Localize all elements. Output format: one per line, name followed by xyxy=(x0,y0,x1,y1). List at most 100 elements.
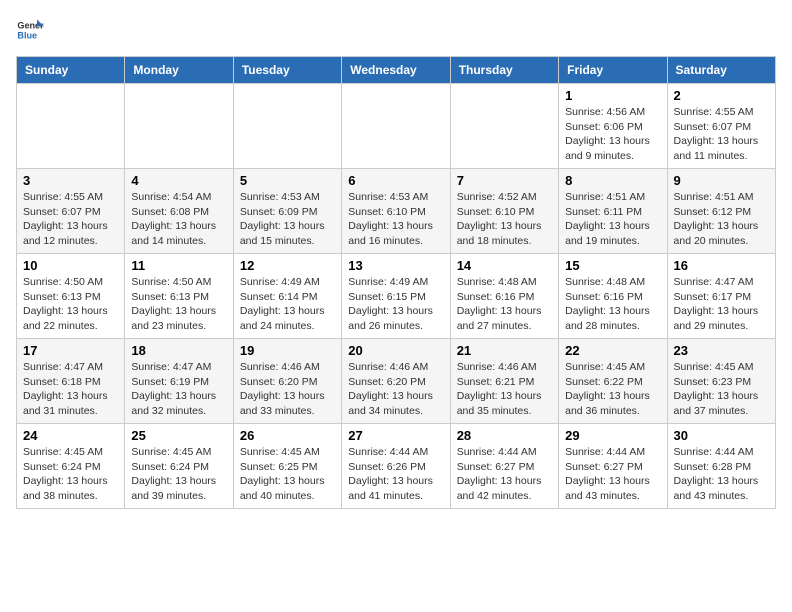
day-info: Sunrise: 4:47 AMSunset: 6:18 PMDaylight:… xyxy=(23,360,118,419)
calendar-cell: 4 Sunrise: 4:54 AMSunset: 6:08 PMDaylight… xyxy=(125,169,233,254)
calendar-cell: 18 Sunrise: 4:47 AMSunset: 6:19 PMDayligh… xyxy=(125,339,233,424)
day-info: Sunrise: 4:56 AMSunset: 6:06 PMDaylight:… xyxy=(565,105,660,164)
calendar-cell: 29Sunrise: 4:44 AMSunset: 6:27 PMDayligh… xyxy=(559,424,667,509)
calendar-cell: 11 Sunrise: 4:50 AMSunset: 6:13 PMDayligh… xyxy=(125,254,233,339)
day-info: Sunrise: 4:44 AMSunset: 6:27 PMDaylight:… xyxy=(457,445,552,504)
calendar-week-row: 10 Sunrise: 4:50 AMSunset: 6:13 PMDayligh… xyxy=(17,254,776,339)
calendar-cell xyxy=(450,84,558,169)
day-info: Sunrise: 4:53 AMSunset: 6:09 PMDaylight:… xyxy=(240,190,335,249)
header: General Blue xyxy=(16,16,776,44)
day-info: Sunrise: 4:47 AMSunset: 6:17 PMDaylight:… xyxy=(674,275,769,334)
calendar-cell: 30 Sunrise: 4:44 AMSunset: 6:28 PMDayligh… xyxy=(667,424,775,509)
calendar-cell: 2Sunrise: 4:55 AMSunset: 6:07 PMDaylight… xyxy=(667,84,775,169)
day-number: 20 xyxy=(348,343,443,358)
day-number: 25 xyxy=(131,428,226,443)
day-number: 7 xyxy=(457,173,552,188)
day-info: Sunrise: 4:46 AMSunset: 6:20 PMDaylight:… xyxy=(348,360,443,419)
day-number: 15 xyxy=(565,258,660,273)
calendar-cell: 17 Sunrise: 4:47 AMSunset: 6:18 PMDayligh… xyxy=(17,339,125,424)
day-info: Sunrise: 4:49 AMSunset: 6:15 PMDaylight:… xyxy=(348,275,443,334)
calendar-cell: 8 Sunrise: 4:51 AMSunset: 6:11 PMDaylight… xyxy=(559,169,667,254)
day-info: Sunrise: 4:44 AMSunset: 6:28 PMDaylight:… xyxy=(674,445,769,504)
day-number: 5 xyxy=(240,173,335,188)
day-number: 9 xyxy=(674,173,769,188)
calendar-cell xyxy=(233,84,341,169)
weekday-header-cell: Thursday xyxy=(450,57,558,84)
day-info: Sunrise: 4:44 AMSunset: 6:26 PMDaylight:… xyxy=(348,445,443,504)
day-number: 17 xyxy=(23,343,118,358)
calendar-cell: 22 Sunrise: 4:45 AMSunset: 6:22 PMDayligh… xyxy=(559,339,667,424)
calendar-cell: 27Sunrise: 4:44 AMSunset: 6:26 PMDayligh… xyxy=(342,424,450,509)
day-info: Sunrise: 4:46 AMSunset: 6:21 PMDaylight:… xyxy=(457,360,552,419)
calendar-cell: 3 Sunrise: 4:55 AMSunset: 6:07 PMDaylight… xyxy=(17,169,125,254)
svg-text:Blue: Blue xyxy=(17,30,37,40)
calendar-week-row: 1 Sunrise: 4:56 AMSunset: 6:06 PMDaylight… xyxy=(17,84,776,169)
calendar-cell: 15 Sunrise: 4:48 AMSunset: 6:16 PMDayligh… xyxy=(559,254,667,339)
calendar-cell: 16 Sunrise: 4:47 AMSunset: 6:17 PMDayligh… xyxy=(667,254,775,339)
weekday-header-cell: Wednesday xyxy=(342,57,450,84)
calendar-cell: 19 Sunrise: 4:46 AMSunset: 6:20 PMDayligh… xyxy=(233,339,341,424)
calendar-cell: 28 Sunrise: 4:44 AMSunset: 6:27 PMDayligh… xyxy=(450,424,558,509)
weekday-header-cell: Tuesday xyxy=(233,57,341,84)
day-number: 13 xyxy=(348,258,443,273)
day-number: 19 xyxy=(240,343,335,358)
day-info: Sunrise: 4:48 AMSunset: 6:16 PMDaylight:… xyxy=(457,275,552,334)
day-info: Sunrise: 4:49 AMSunset: 6:14 PMDaylight:… xyxy=(240,275,335,334)
day-info: Sunrise: 4:53 AMSunset: 6:10 PMDaylight:… xyxy=(348,190,443,249)
day-number: 22 xyxy=(565,343,660,358)
day-info: Sunrise: 4:50 AMSunset: 6:13 PMDaylight:… xyxy=(23,275,118,334)
day-number: 4 xyxy=(131,173,226,188)
calendar-cell: 20 Sunrise: 4:46 AMSunset: 6:20 PMDayligh… xyxy=(342,339,450,424)
calendar-week-row: 24 Sunrise: 4:45 AMSunset: 6:24 PMDayligh… xyxy=(17,424,776,509)
day-number: 16 xyxy=(674,258,769,273)
calendar-cell: 6Sunrise: 4:53 AMSunset: 6:10 PMDaylight… xyxy=(342,169,450,254)
day-number: 30 xyxy=(674,428,769,443)
day-info: Sunrise: 4:45 AMSunset: 6:24 PMDaylight:… xyxy=(23,445,118,504)
day-number: 23 xyxy=(674,343,769,358)
weekday-header-cell: Friday xyxy=(559,57,667,84)
day-info: Sunrise: 4:45 AMSunset: 6:22 PMDaylight:… xyxy=(565,360,660,419)
calendar-body: 1 Sunrise: 4:56 AMSunset: 6:06 PMDaylight… xyxy=(17,84,776,509)
day-number: 10 xyxy=(23,258,118,273)
calendar-cell xyxy=(342,84,450,169)
day-number: 14 xyxy=(457,258,552,273)
day-number: 12 xyxy=(240,258,335,273)
day-info: Sunrise: 4:45 AMSunset: 6:23 PMDaylight:… xyxy=(674,360,769,419)
calendar-cell: 23 Sunrise: 4:45 AMSunset: 6:23 PMDayligh… xyxy=(667,339,775,424)
day-number: 21 xyxy=(457,343,552,358)
calendar-week-row: 3 Sunrise: 4:55 AMSunset: 6:07 PMDaylight… xyxy=(17,169,776,254)
logo: General Blue xyxy=(16,16,48,44)
day-number: 24 xyxy=(23,428,118,443)
day-info: Sunrise: 4:45 AMSunset: 6:24 PMDaylight:… xyxy=(131,445,226,504)
day-number: 1 xyxy=(565,88,660,103)
day-info: Sunrise: 4:45 AMSunset: 6:25 PMDaylight:… xyxy=(240,445,335,504)
day-number: 28 xyxy=(457,428,552,443)
day-info: Sunrise: 4:47 AMSunset: 6:19 PMDaylight:… xyxy=(131,360,226,419)
weekday-header-cell: Sunday xyxy=(17,57,125,84)
day-info: Sunrise: 4:52 AMSunset: 6:10 PMDaylight:… xyxy=(457,190,552,249)
day-info: Sunrise: 4:44 AMSunset: 6:27 PMDaylight:… xyxy=(565,445,660,504)
calendar-cell: 1 Sunrise: 4:56 AMSunset: 6:06 PMDaylight… xyxy=(559,84,667,169)
day-number: 11 xyxy=(131,258,226,273)
day-info: Sunrise: 4:51 AMSunset: 6:11 PMDaylight:… xyxy=(565,190,660,249)
day-info: Sunrise: 4:55 AMSunset: 6:07 PMDaylight:… xyxy=(23,190,118,249)
day-number: 18 xyxy=(131,343,226,358)
day-number: 3 xyxy=(23,173,118,188)
day-info: Sunrise: 4:54 AMSunset: 6:08 PMDaylight:… xyxy=(131,190,226,249)
calendar-cell: 7 Sunrise: 4:52 AMSunset: 6:10 PMDaylight… xyxy=(450,169,558,254)
day-info: Sunrise: 4:55 AMSunset: 6:07 PMDaylight:… xyxy=(674,105,769,164)
calendar-cell: 21 Sunrise: 4:46 AMSunset: 6:21 PMDayligh… xyxy=(450,339,558,424)
day-info: Sunrise: 4:46 AMSunset: 6:20 PMDaylight:… xyxy=(240,360,335,419)
day-info: Sunrise: 4:50 AMSunset: 6:13 PMDaylight:… xyxy=(131,275,226,334)
calendar-cell xyxy=(17,84,125,169)
weekday-header-cell: Saturday xyxy=(667,57,775,84)
weekday-header-row: SundayMondayTuesdayWednesdayThursdayFrid… xyxy=(17,57,776,84)
day-number: 8 xyxy=(565,173,660,188)
day-info: Sunrise: 4:48 AMSunset: 6:16 PMDaylight:… xyxy=(565,275,660,334)
calendar-cell: 12 Sunrise: 4:49 AMSunset: 6:14 PMDayligh… xyxy=(233,254,341,339)
weekday-header-cell: Monday xyxy=(125,57,233,84)
calendar-cell: 13 Sunrise: 4:49 AMSunset: 6:15 PMDayligh… xyxy=(342,254,450,339)
calendar-cell: 9Sunrise: 4:51 AMSunset: 6:12 PMDaylight… xyxy=(667,169,775,254)
calendar-cell: 25 Sunrise: 4:45 AMSunset: 6:24 PMDayligh… xyxy=(125,424,233,509)
calendar-cell: 26Sunrise: 4:45 AMSunset: 6:25 PMDayligh… xyxy=(233,424,341,509)
